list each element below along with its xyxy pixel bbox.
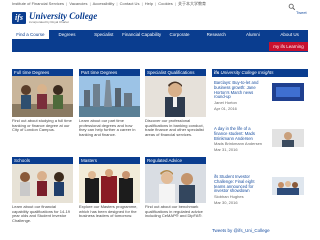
card-description: Discover our professional qualifications… [145,118,204,137]
nav-degrees[interactable]: Degrees [49,30,86,39]
card-description: Explore our Masters programme, which has… [79,204,138,219]
insights-post[interactable]: Barclays: Buy-to-let and business growth… [214,80,306,111]
utility-separator: | [155,1,157,6]
post-thumbnail[interactable] [272,129,304,147]
insights-post[interactable]: ifs Student Investor Challenge: Final ei… [214,174,306,205]
post-title[interactable]: ifs Student Investor Challenge: Final ei… [214,174,264,194]
card-description: Find out about our benchmark qualificati… [145,204,203,219]
utility-separator: | [89,1,91,6]
logo-tagline: incorporated by Royal Charter [29,19,70,24]
schools-photo[interactable] [12,164,73,203]
card-specialist-qualifications[interactable]: Specialist Qualifications Discover our p… [145,69,206,137]
sub-nav-ribbon [12,39,308,52]
card-schools[interactable]: Schools Learn about our financial capabi… [12,157,73,223]
graduation-photo[interactable] [79,164,140,203]
post-thumbnail[interactable] [272,177,304,195]
advisor-photo[interactable] [145,164,206,203]
nav-corporate[interactable]: Corporate [161,30,198,39]
professional-photo[interactable] [145,76,206,117]
search-icon[interactable] [288,3,296,11]
card-title[interactable]: Specialist Qualifications [145,69,206,76]
utility-separator: | [116,1,118,6]
utility-separator: | [141,1,143,6]
utility-links: Institute of Financial Services | Vacanc… [12,1,308,9]
post-thumbnail[interactable] [272,83,304,101]
logo-mark: ifs [12,12,26,24]
card-part-time-degrees[interactable]: Part time Degrees Learn about our part t… [79,69,140,137]
post-date: Mar 31, 2016 [214,146,238,152]
nav-research[interactable]: Research [198,30,235,39]
card-title[interactable]: Part time Degrees [79,69,140,76]
skyline-photo[interactable] [79,76,140,117]
post-date: Mar 30, 2016 [214,199,238,205]
card-masters[interactable]: Masters Explore our Masters programme, w… [79,157,140,219]
insights-post[interactable]: A day in the life of a finance student: … [214,126,306,153]
utility-link[interactable]: Vacancies [69,1,87,6]
utility-link[interactable]: Accessibility [93,1,115,6]
card-title[interactable]: Full time Degrees [12,69,73,76]
insights-panel: ifs University College Insights Barclays… [212,69,308,217]
insights-brand: ifs [214,70,220,75]
nav-alumni[interactable]: Alumni [235,30,272,39]
nav-find-a-course[interactable]: Find a Course [12,30,49,39]
utility-link[interactable]: Cookies [158,1,172,6]
nav-financial-capability[interactable]: Financial Capability [122,30,161,39]
utility-link-chinese[interactable]: 关于本大学教育 [178,1,206,6]
utility-link[interactable]: Contact Us [120,1,140,6]
card-title[interactable]: Regulated Advice [145,157,206,164]
main-nav: Find a Course Degrees Specialist Financi… [12,30,308,39]
twitter-timeline-link[interactable]: Tweets by @ifs_Uni_College [212,228,270,234]
card-full-time-degrees[interactable]: Full time Degrees Find out about studyin… [12,69,73,133]
utility-separator: | [174,1,176,6]
utility-separator: | [66,1,68,6]
insights-title: University College Insights [220,70,274,75]
insights-heading: ifs University College Insights [212,69,308,77]
utility-link[interactable]: Institute of Financial Services [12,1,64,6]
site-logo[interactable]: ifs University College incorporated by R… [12,9,112,27]
post-title[interactable]: Barclays: Buy-to-let and business growth… [214,80,264,100]
post-title[interactable]: A day in the life of a finance student: … [214,126,264,141]
my-ifs-learning-button[interactable]: my ifs Learning [269,42,308,51]
card-description: Learn about our part time professional d… [79,118,136,137]
card-title[interactable]: Schools [12,157,73,164]
card-regulated-advice[interactable]: Regulated Advice Find out about our benc… [145,157,206,219]
utility-link[interactable]: Help [145,1,153,6]
card-description: Learn about our financial capability qua… [12,204,71,223]
post-date: Apr 01, 2016 [214,105,237,111]
nav-specialist[interactable]: Specialist [85,30,122,39]
card-description: Find out about studying a full time bank… [12,118,72,133]
card-title[interactable]: Masters [79,157,140,164]
students-photo[interactable] [12,76,73,117]
tweet-link[interactable]: Tweet [296,10,307,15]
nav-about-us[interactable]: About Us [271,30,308,39]
